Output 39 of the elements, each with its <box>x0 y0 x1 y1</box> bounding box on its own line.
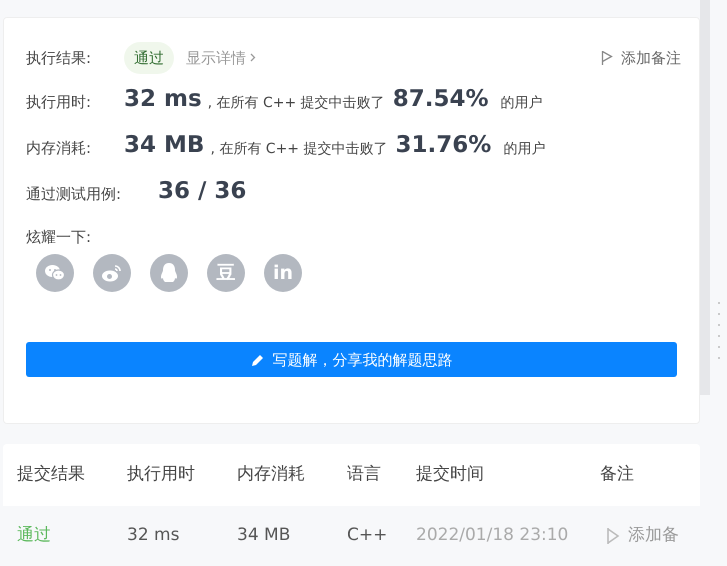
stat-value: 34 MB <box>124 131 204 160</box>
table-cell-text: 通过 <box>17 524 52 548</box>
status-badge: 通过 <box>124 42 174 74</box>
column-header: 执行用时 <box>127 463 196 486</box>
result-label: 执行结果: <box>26 48 92 69</box>
table-cell-text: C++ <box>347 524 388 548</box>
column-header: 备注 <box>600 463 635 486</box>
write-solution-button[interactable]: 写题解，分享我的解题思路 <box>26 342 677 378</box>
column-header: 内存消耗 <box>237 463 306 486</box>
stat-description: , 在所有 C++ 提交中击败了 <box>208 94 385 113</box>
stat-percent: 87.54% <box>392 85 489 114</box>
play-icon <box>606 527 620 545</box>
stat-value: 32 ms <box>124 85 202 114</box>
add-note-button[interactable]: 添加备 <box>606 523 679 549</box>
flag-icon <box>601 50 613 66</box>
share-label: 炫耀一下: <box>26 226 92 248</box>
stat-tail: 的用户 <box>503 140 546 159</box>
bean-logo-icon[interactable]: 豆 <box>207 254 245 292</box>
penguin-icon[interactable] <box>150 254 188 292</box>
stat-tail: 的用户 <box>500 94 543 113</box>
chevron-right-icon <box>250 53 256 62</box>
table-cell-text: 34 MB <box>237 524 292 548</box>
table-cell-text: 32 ms <box>127 524 180 548</box>
add-note-button[interactable]: 添加备注 <box>601 46 681 70</box>
in-logo-icon[interactable]: in <box>264 254 302 292</box>
table-cell-text: 2022/01/18 23:10 <box>416 524 570 548</box>
column-header: 语言 <box>347 463 382 486</box>
stat-description: , 在所有 C++ 提交中击败了 <box>210 140 388 159</box>
tests-value: 36 / 36 <box>158 177 246 206</box>
stat-percent: 31.76% <box>395 131 492 160</box>
details-link[interactable]: 显示详情 <box>186 46 256 70</box>
column-header: 提交时间 <box>416 463 485 486</box>
tests-label: 通过测试用例: <box>26 184 122 206</box>
chat-bubbles-icon[interactable] <box>36 254 74 292</box>
stat-label: 执行用时: <box>26 92 92 114</box>
stat-label: 内存消耗: <box>26 138 92 160</box>
column-header: 提交结果 <box>17 463 86 486</box>
eye-swirl-icon[interactable] <box>93 254 131 292</box>
pencil-icon <box>250 352 264 367</box>
